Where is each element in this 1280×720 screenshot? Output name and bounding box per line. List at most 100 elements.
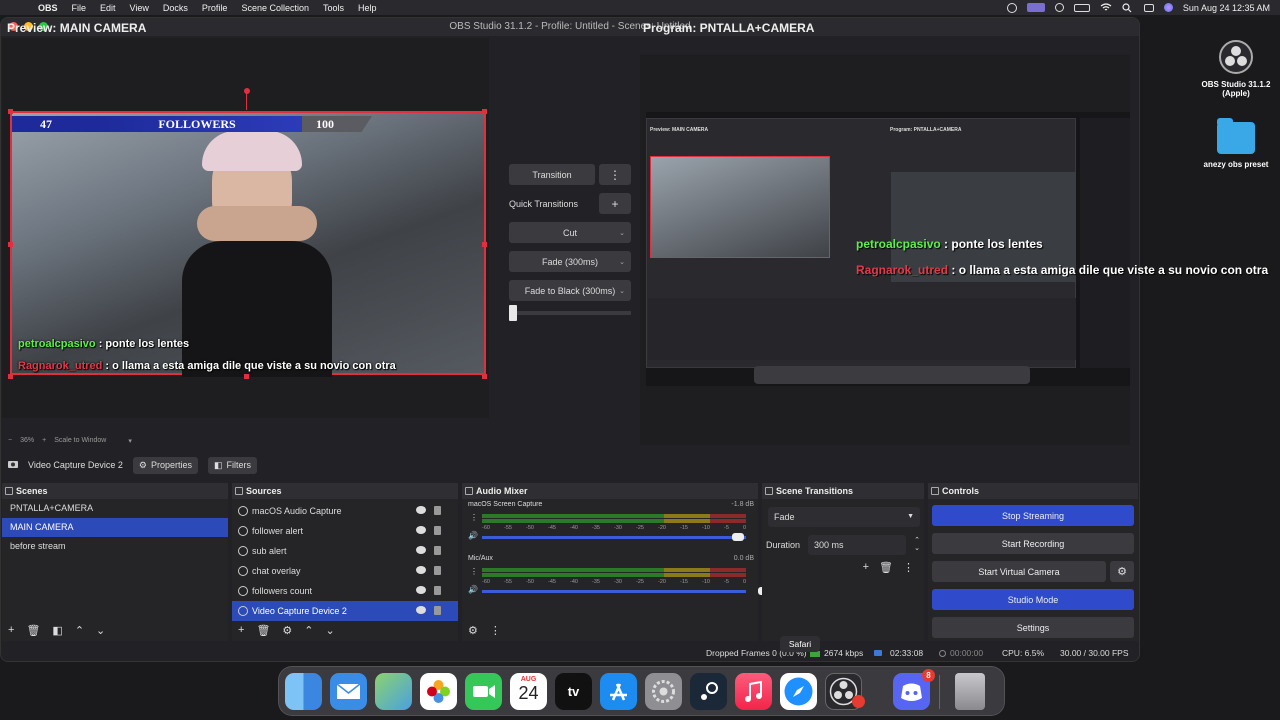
dock-float-icon[interactable]: [765, 487, 773, 495]
calendar-icon[interactable]: AUG 24: [510, 673, 547, 710]
quick-transition-cut[interactable]: Cut ⌄: [509, 222, 631, 243]
play-icon[interactable]: [1054, 3, 1064, 12]
duration-stepper-icon[interactable]: ⌃ ⌄: [914, 537, 920, 553]
menu-profile[interactable]: Profile: [202, 3, 228, 13]
volume-slider[interactable]: [482, 533, 746, 541]
source-item[interactable]: follower alert: [232, 521, 458, 541]
t-bar-slider[interactable]: [509, 305, 631, 321]
mute-speaker-icon[interactable]: 🔊: [468, 531, 478, 540]
add-source-icon[interactable]: +: [238, 624, 244, 637]
stop-streaming-button[interactable]: Stop Streaming: [932, 505, 1134, 526]
resize-handle[interactable]: [8, 374, 13, 379]
maps-icon[interactable]: [375, 673, 412, 710]
track-options-icon[interactable]: ⋮: [470, 513, 478, 522]
resize-handle[interactable]: [8, 242, 13, 247]
menu-tools[interactable]: Tools: [323, 3, 344, 13]
add-transition-icon[interactable]: +: [863, 561, 869, 574]
apple-tv-icon[interactable]: tv: [555, 673, 592, 710]
video-capture-source[interactable]: 47 FOLLOWERS 100 petroalcpasivo : ponte …: [10, 111, 486, 377]
lock-icon[interactable]: [434, 586, 441, 595]
zoom-out-button[interactable]: −: [8, 437, 12, 444]
start-virtual-camera-button[interactable]: Start Virtual Camera: [932, 561, 1106, 582]
app-store-icon[interactable]: [600, 673, 637, 710]
menu-help[interactable]: Help: [358, 3, 377, 13]
move-up-icon[interactable]: ⌃: [75, 624, 84, 637]
safari-icon[interactable]: [780, 673, 817, 710]
move-down-icon[interactable]: ⌄: [96, 624, 105, 637]
menu-scene-collection[interactable]: Scene Collection: [241, 3, 309, 13]
settings-button[interactable]: Settings: [932, 617, 1134, 638]
trash-icon[interactable]: [955, 673, 985, 710]
resize-handle[interactable]: [8, 109, 13, 114]
menu-edit[interactable]: Edit: [100, 3, 116, 13]
volume-knob[interactable]: [732, 533, 744, 541]
screen-share-icon[interactable]: [1026, 3, 1045, 12]
resize-handle[interactable]: [244, 374, 249, 379]
desktop-obs-app[interactable]: OBS Studio 31.1.2 (Apple): [1196, 40, 1276, 98]
move-down-icon[interactable]: ⌄: [326, 624, 335, 637]
add-scene-icon[interactable]: +: [8, 624, 14, 637]
scene-item[interactable]: PNTALLA+CAMERA: [2, 499, 228, 518]
visibility-icon[interactable]: [416, 546, 426, 554]
photos-icon[interactable]: [420, 673, 457, 710]
menu-view[interactable]: View: [130, 3, 149, 13]
control-center-icon[interactable]: [1143, 3, 1154, 12]
delete-scene-icon[interactable]: 🗑: [26, 624, 40, 637]
lock-icon[interactable]: [434, 506, 441, 515]
facetime-icon[interactable]: [465, 673, 502, 710]
start-recording-button[interactable]: Start Recording: [932, 533, 1134, 554]
delete-transition-icon[interactable]: 🗑: [879, 561, 893, 574]
duration-input[interactable]: 300 ms: [808, 535, 907, 555]
steam-icon[interactable]: [690, 673, 727, 710]
transition-button[interactable]: Transition: [509, 164, 595, 185]
chevron-down-icon[interactable]: ⌄: [619, 229, 625, 237]
advanced-audio-icon[interactable]: ⚙: [468, 624, 478, 637]
mail-icon[interactable]: [330, 673, 367, 710]
dock-float-icon[interactable]: [235, 487, 243, 495]
source-item[interactable]: chat overlay: [232, 561, 458, 581]
visibility-icon[interactable]: [416, 506, 426, 514]
chevron-down-icon[interactable]: ▾: [128, 437, 132, 445]
transition-select[interactable]: Fade ▼: [768, 507, 920, 527]
filters-button[interactable]: ◧ Filters: [208, 456, 258, 474]
source-item[interactable]: Video Capture Device 2: [232, 601, 458, 621]
studio-mode-button[interactable]: Studio Mode: [932, 589, 1134, 610]
mute-speaker-icon[interactable]: 🔊: [468, 585, 478, 594]
finder-icon[interactable]: [285, 673, 322, 710]
source-item[interactable]: followers count: [232, 581, 458, 601]
transition-menu-icon[interactable]: ⋮: [903, 561, 914, 574]
rotation-handle[interactable]: [244, 88, 250, 94]
mixer-menu-icon[interactable]: ⋮: [490, 624, 501, 637]
menu-app-name[interactable]: OBS: [38, 3, 58, 13]
system-settings-icon[interactable]: [645, 673, 682, 710]
add-quick-transition-button[interactable]: +: [599, 193, 631, 214]
resize-handle[interactable]: [482, 374, 487, 379]
zoom-in-button[interactable]: +: [42, 437, 46, 444]
lock-icon[interactable]: [434, 546, 441, 555]
chevron-down-icon[interactable]: ⌄: [619, 258, 625, 266]
source-item[interactable]: sub alert: [232, 541, 458, 561]
visibility-icon[interactable]: [416, 566, 426, 574]
lock-icon[interactable]: [434, 606, 441, 615]
battery-icon[interactable]: [1073, 3, 1090, 12]
wifi-icon[interactable]: [1100, 3, 1112, 12]
track-options-icon[interactable]: ⋮: [470, 567, 478, 576]
lock-icon[interactable]: [434, 526, 441, 535]
source-item[interactable]: macOS Audio Capture: [232, 501, 458, 521]
scene-filters-icon[interactable]: ◧: [52, 624, 62, 637]
properties-button[interactable]: ⚙ Properties: [132, 456, 199, 474]
scene-item[interactable]: before stream: [2, 537, 228, 556]
lock-icon[interactable]: [434, 566, 441, 575]
obs-status-icon[interactable]: [1006, 2, 1017, 13]
dock-float-icon[interactable]: [465, 487, 473, 495]
dock-float-icon[interactable]: [931, 487, 939, 495]
quick-transition-fade[interactable]: Fade (300ms) ⌄: [509, 251, 631, 272]
visibility-icon[interactable]: [416, 526, 426, 534]
dock-float-icon[interactable]: [5, 487, 13, 495]
quick-transition-fade-black[interactable]: Fade to Black (300ms) ⌄: [509, 280, 631, 301]
preview-canvas[interactable]: 47 FOLLOWERS 100 petroalcpasivo : ponte …: [2, 38, 489, 418]
visibility-icon[interactable]: [416, 586, 426, 594]
search-icon[interactable]: [1122, 3, 1134, 13]
menu-file[interactable]: File: [72, 3, 87, 13]
volume-slider[interactable]: [482, 587, 770, 595]
